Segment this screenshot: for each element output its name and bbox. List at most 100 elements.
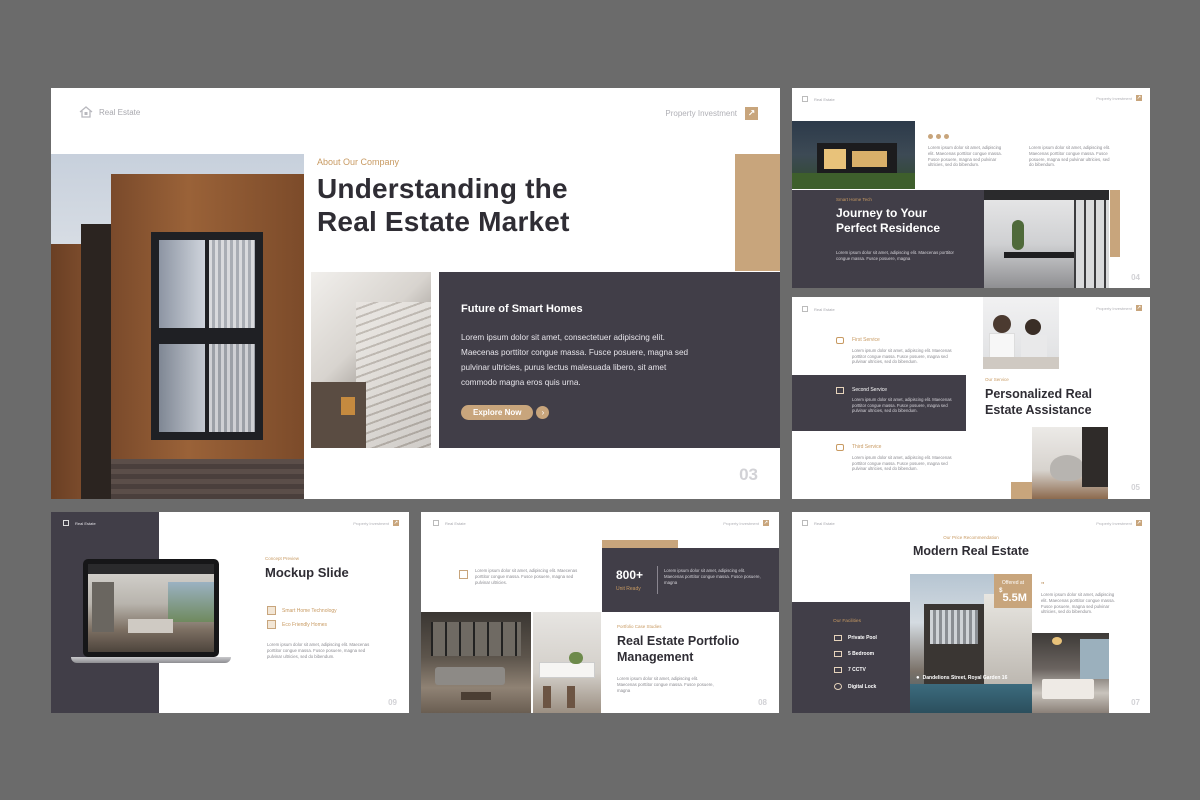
loft-living-photo bbox=[421, 612, 531, 713]
smart-home-icon bbox=[267, 606, 276, 615]
page-number: 04 bbox=[1131, 273, 1140, 282]
brand-logo: Real Estate bbox=[79, 106, 140, 118]
gold-accent-bar bbox=[602, 540, 678, 548]
body-text: Lorem ipsum dolor sit amet, adipiscing e… bbox=[1029, 145, 1111, 168]
brand-logo: Real Estate bbox=[802, 520, 835, 526]
dining-room-photo bbox=[984, 190, 1109, 288]
eyebrow: Our Price Recommendation bbox=[943, 535, 999, 540]
panel-body: Lorem ipsum dolor sit amet, adipiscing e… bbox=[836, 250, 954, 261]
arrow-right-icon: › bbox=[536, 406, 550, 419]
section-title: Personalized Real Estate Assistance bbox=[985, 387, 1092, 417]
arrow-up-right-icon: ↗ bbox=[1136, 95, 1142, 101]
cctv-icon bbox=[834, 667, 842, 673]
gold-accent-bar bbox=[735, 154, 780, 271]
page-number: 05 bbox=[1131, 483, 1140, 492]
page-title: Understanding the Real Estate Market bbox=[317, 173, 570, 237]
staircase-photo bbox=[311, 272, 431, 448]
body-text: Lorem ipsum dolor sit amet, adipiscing e… bbox=[928, 145, 1002, 168]
stat-body: Lorem ipsum dolor sit amet, adipiscing e… bbox=[664, 568, 761, 585]
slide-03[interactable]: Real Estate Property Investment ↗ About … bbox=[51, 88, 780, 499]
page-number: 08 bbox=[758, 698, 767, 707]
service-icon bbox=[836, 444, 844, 451]
quote-icon: " bbox=[1041, 582, 1045, 589]
house-icon bbox=[79, 106, 93, 118]
slide-09[interactable]: Real Estate Property Investment ↗ Concep… bbox=[51, 512, 409, 713]
slide-05[interactable]: Real Estate Property Investment ↗ First … bbox=[792, 297, 1150, 499]
kitchen-photo bbox=[533, 612, 601, 713]
page-number: 07 bbox=[1131, 698, 1140, 707]
nav-link[interactable]: Property Investment ↗ bbox=[1096, 95, 1142, 101]
body-text: Lorem ipsum dolor sit amet, adipiscing e… bbox=[475, 568, 578, 585]
section-title: Modern Real Estate bbox=[912, 544, 1029, 558]
eyebrow: Our Service bbox=[985, 377, 1009, 382]
nav-label: Property Investment bbox=[665, 109, 737, 118]
house-icon bbox=[802, 96, 808, 102]
feature-item-1: Smart Home Technology bbox=[267, 606, 337, 615]
slide-08[interactable]: Real Estate Property Investment ↗ Lorem … bbox=[421, 512, 779, 713]
service-icon bbox=[836, 387, 844, 394]
bedroom-photo bbox=[1032, 633, 1109, 713]
facility-item: Digital Lock bbox=[834, 683, 876, 690]
building-photo bbox=[51, 154, 304, 499]
house-icon bbox=[802, 306, 808, 312]
eyebrow: Concept Preview bbox=[265, 556, 300, 561]
slide-04[interactable]: Real Estate Property Investment ↗ Lorem … bbox=[792, 88, 1150, 288]
service-item-2[interactable]: Second Service Lorem ipsum dolor sit ame… bbox=[792, 375, 966, 431]
body-text: Lorem ipsum dolor sit amet, adipiscing e… bbox=[267, 642, 370, 659]
laptop-screen-photo bbox=[88, 564, 214, 652]
facility-item: Private Pool bbox=[834, 635, 877, 641]
location-pin-icon: ● bbox=[916, 675, 920, 681]
nav-link[interactable]: Property Investment ↗ bbox=[353, 520, 399, 526]
nav-link[interactable]: Property Investment ↗ bbox=[1096, 305, 1142, 311]
house-night-photo bbox=[792, 121, 915, 189]
facility-item: 7 CCTV bbox=[834, 667, 866, 673]
arrow-up-right-icon: ↗ bbox=[1136, 520, 1142, 526]
brand-logo: Real Estate bbox=[802, 96, 835, 102]
price-badge: Offered at $5.5M bbox=[994, 574, 1032, 608]
arrow-up-right-icon: ↗ bbox=[393, 520, 399, 526]
eyebrow: Portfolio Case Studies bbox=[617, 624, 662, 629]
body-text: Lorem ipsum dolor sit amet, adipiscing e… bbox=[617, 676, 714, 693]
arrow-up-right-icon: ↗ bbox=[745, 107, 758, 120]
arrow-up-right-icon: ↗ bbox=[763, 520, 769, 526]
building-icon bbox=[459, 570, 468, 579]
dots-icon bbox=[928, 134, 949, 139]
nav-link[interactable]: Property Investment ↗ bbox=[1096, 520, 1142, 526]
smart-homes-card: Future of Smart Homes Lorem ipsum dolor … bbox=[439, 272, 780, 448]
section-title: Mockup Slide bbox=[265, 565, 349, 580]
body-text: Lorem ipsum dolor sit amet, adipiscing e… bbox=[1041, 592, 1115, 615]
brand-logo: Real Estate bbox=[63, 520, 96, 526]
eyebrow: About Our Company bbox=[317, 157, 400, 167]
nav-link[interactable]: Property Investment ↗ bbox=[723, 520, 769, 526]
journey-panel: Smart Home Tech Journey to Your Perfect … bbox=[792, 190, 984, 288]
card-body: Lorem ipsum dolor sit amet, consectetuer… bbox=[461, 333, 689, 387]
explore-button[interactable]: Explore Now › bbox=[461, 405, 550, 420]
eyebrow: Smart Home Tech bbox=[836, 197, 872, 202]
service-icon bbox=[836, 337, 844, 344]
laptop-mockup bbox=[71, 559, 231, 669]
brand-name: Real Estate bbox=[99, 107, 141, 117]
stat-label: Unit Ready bbox=[616, 586, 641, 592]
card-title: Future of Smart Homes bbox=[461, 303, 583, 315]
nav-link[interactable]: Property Investment ↗ bbox=[665, 107, 758, 120]
address-label: ● Dandelions Street, Royal Garden 16 bbox=[916, 675, 1008, 681]
house-icon bbox=[433, 520, 439, 526]
brand-logo: Real Estate bbox=[802, 306, 835, 312]
panel-title: Journey to Your Perfect Residence bbox=[836, 206, 941, 235]
gold-accent-bar bbox=[1011, 482, 1032, 499]
arrow-up-right-icon: ↗ bbox=[1136, 305, 1142, 311]
feature-item-2: Eco Friendly Homes bbox=[267, 620, 327, 629]
facilities-title: Our Facilities bbox=[833, 619, 861, 624]
eco-home-icon bbox=[267, 620, 276, 629]
stat-panel: 800+ Unit Ready Lorem ipsum dolor sit am… bbox=[602, 548, 779, 612]
house-icon bbox=[63, 520, 69, 526]
lock-icon bbox=[834, 683, 842, 690]
gold-accent-bar bbox=[1110, 190, 1120, 257]
stat-value: 800+ bbox=[616, 568, 644, 582]
page-number: 09 bbox=[388, 698, 397, 707]
pool-icon bbox=[834, 635, 842, 641]
bed-icon bbox=[834, 651, 842, 657]
chair-photo bbox=[1032, 427, 1108, 499]
facilities-panel: Our Facilities Private Pool 5 Bedroom 7 … bbox=[792, 602, 910, 713]
slide-07[interactable]: Real Estate Property Investment ↗ Our Pr… bbox=[792, 512, 1150, 713]
